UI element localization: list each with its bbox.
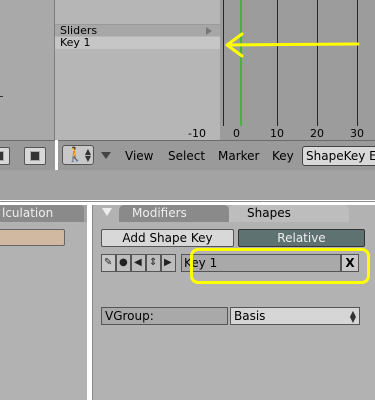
- ruler-tick-label: 0: [233, 127, 240, 140]
- ruler-tick-label: 20: [310, 127, 324, 140]
- channel-sliders-row[interactable]: Sliders: [55, 24, 220, 37]
- shapes-panel: Modifiers Shapes Add Shape Key Relative …: [92, 205, 375, 400]
- next-key-icon[interactable]: ▶: [161, 254, 176, 272]
- divider: [0, 201, 375, 202]
- annotation-highlight: [190, 248, 370, 284]
- pin-icon[interactable]: ✎: [101, 254, 116, 272]
- current-frame-line[interactable]: [240, 0, 242, 126]
- action-editor-toolbar: 🚶 ▲ ▼ View Select Marker Key ShapeKey E: [58, 140, 375, 170]
- left-view-panel: [0, 0, 55, 140]
- grid-line: [317, 0, 318, 126]
- collapse-triangle-icon[interactable]: [102, 208, 112, 216]
- key-stepper-icon[interactable]: ⇕: [146, 254, 161, 272]
- ruler-tick-label: 30: [350, 127, 364, 140]
- shape-dot-icon[interactable]: ●: [116, 254, 131, 272]
- calculation-field[interactable]: [0, 229, 65, 246]
- buttons-window-header-space: [0, 170, 375, 200]
- grid-line: [223, 0, 224, 126]
- relative-toggle[interactable]: Relative: [238, 229, 365, 247]
- menu-marker[interactable]: Marker: [218, 148, 259, 164]
- editor-type-selector[interactable]: 🚶 ▲ ▼: [62, 145, 94, 165]
- grid-line: [277, 0, 278, 126]
- tab-calculation-label: lculation: [2, 206, 54, 220]
- channel-list: Sliders Key 1: [55, 0, 220, 140]
- annotation-arrow: [225, 32, 360, 58]
- axis-tick: [0, 96, 3, 97]
- calculation-panel-body: [0, 222, 87, 400]
- shapekey-editor-button[interactable]: ShapeKey E: [302, 146, 375, 166]
- frame-ruler[interactable]: 0 10 20 30: [220, 126, 375, 140]
- channel-key-label: Key 1: [60, 36, 91, 49]
- previous-key-icon[interactable]: ◀: [131, 254, 146, 272]
- grid-line: [357, 0, 358, 126]
- updown-arrows-icon: ▲ ▼: [349, 309, 356, 324]
- channel-key-row[interactable]: Key 1: [55, 37, 220, 49]
- menu-view[interactable]: View: [125, 148, 153, 164]
- tab-calculation[interactable]: lculation: [0, 205, 84, 222]
- relative-key-select[interactable]: Basis ▲ ▼: [230, 307, 360, 325]
- calculation-panel: lculation: [0, 205, 87, 400]
- menu-key[interactable]: Key: [272, 148, 294, 164]
- header-button[interactable]: [0, 147, 10, 165]
- menu-select[interactable]: Select: [168, 148, 205, 164]
- updown-arrows-icon: ▲ ▼: [84, 147, 91, 163]
- vgroup-field[interactable]: VGroup:: [101, 307, 228, 325]
- ruler-tick-label: -10: [188, 127, 206, 140]
- relative-key-value: Basis: [234, 309, 266, 323]
- collapse-menu-icon[interactable]: [101, 152, 111, 159]
- image-icon[interactable]: [24, 147, 46, 165]
- action-timeline[interactable]: [220, 0, 375, 126]
- tab-shapes[interactable]: Shapes: [229, 205, 349, 222]
- action-editor-icon: 🚶: [66, 147, 84, 163]
- left-header: [0, 140, 55, 170]
- add-shape-key-button[interactable]: Add Shape Key: [101, 229, 234, 247]
- tab-modifiers[interactable]: Modifiers: [119, 205, 229, 222]
- expand-triangle-icon[interactable]: [206, 27, 212, 35]
- ruler-tick-label: 10: [270, 127, 284, 140]
